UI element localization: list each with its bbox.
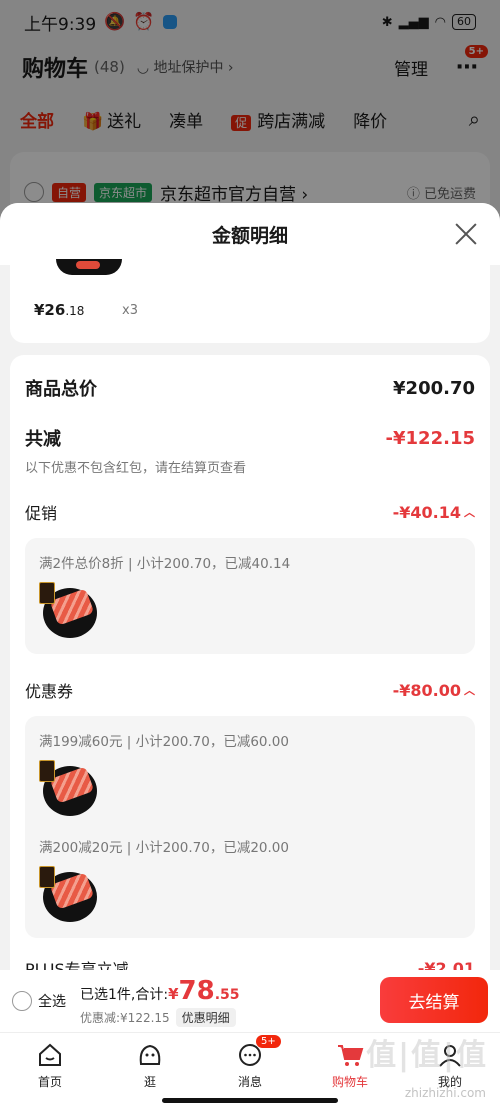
cart-icon [336,1041,364,1069]
plus-label: PLUS专享立减 [25,960,129,970]
coupon-detail-box: 满199减60元 | 小计200.70，已减60.00 满200减20元 | 小… [25,716,475,938]
coupon-detail-line-1: 满199减60元 | 小计200.70，已减60.00 [39,734,289,750]
discount-detail-chip[interactable]: 优惠明细 [175,1007,236,1027]
reduce-value: -¥122.15 [385,427,475,449]
total-row: 商品总价 ¥200.70 [25,375,475,401]
chevron-up-icon: ︿ [464,683,475,697]
discount-text: 优惠减:¥122.15 [80,1010,170,1025]
coupon-value: -¥80.00 ︿ [392,680,475,700]
coupon-label: 优惠券 [25,682,74,701]
reduce-row: 共减 -¥122.15 [25,425,475,451]
product-image [39,866,99,926]
promo-detail-line: 满2件总价8折 | 小计200.70，已减40.14 [39,556,291,572]
browse-face-icon [136,1041,164,1069]
watermark-logo: 值|值|值 [366,1038,488,1073]
home-indicator[interactable] [162,1098,338,1103]
sum-currency: ¥ [168,984,179,1003]
reduce-label: 共减 [25,429,61,450]
sum-cents: .55 [214,986,240,1003]
checkout-button[interactable]: 去结算 [380,977,488,1023]
chevron-up-icon: ︿ [464,505,475,519]
amount-detail-sheet: 金额明细 ¥26.18 x3 商品总价 ¥200.70 共减 -¥122.15 … [0,203,500,970]
product-image [39,582,99,642]
reduce-note: 以下优惠不包含红包，请在结算页查看 [25,461,247,476]
coupon-row[interactable]: 优惠券 -¥80.00 ︿ [25,678,475,702]
plus-value: -¥2.01 [417,958,475,971]
discount-line: 优惠减:¥122.15 优惠明细 [80,1007,240,1027]
plus-row: PLUS专享立减 -¥2.01 [25,956,475,971]
sum-line: 已选1件,合计: ¥ 78 .55 [80,976,240,1006]
total-label: 商品总价 [25,379,97,400]
watermark-url: zhizhizhi.com [404,1086,486,1100]
sheet-header: 金额明细 [0,203,500,265]
promo-value: -¥40.14 ︿ [392,502,475,522]
item-price: ¥26.18 [34,301,85,319]
coupon-detail-line-2: 满200减20元 | 小计200.70，已减20.00 [39,840,289,856]
select-all-label: 全选 [38,994,66,1010]
close-icon[interactable] [452,220,480,248]
product-thumbnail [56,259,122,275]
checkout-bar: 全选 已选1件,合计: ¥ 78 .55 优惠减:¥122.15 优惠明细 去结… [0,970,500,1032]
total-value: ¥200.70 [393,377,475,399]
select-all-radio[interactable] [12,991,32,1011]
home-icon [36,1041,64,1069]
sheet-title: 金额明细 [211,224,288,247]
amount-detail-card: 商品总价 ¥200.70 共减 -¥122.15 以下优惠不包含红包，请在结算页… [10,355,490,970]
promo-detail-box: 满2件总价8折 | 小计200.70，已减40.14 [25,538,475,654]
sum-summary: 已选1件,合计: ¥ 78 .55 优惠减:¥122.15 优惠明细 [80,976,240,1027]
promo-label: 促销 [25,504,58,523]
promo-row[interactable]: 促销 -¥40.14 ︿ [25,500,475,524]
sum-amount: 78 [178,975,215,1006]
selected-text: 已选1件,合计: [80,986,169,1003]
select-all-toggle[interactable]: 全选 [12,991,66,1011]
messages-badge: 5+ [256,1035,281,1048]
tab-home[interactable]: 首页 [0,1033,100,1111]
product-image [39,760,99,820]
item-quantity: x3 [122,303,138,318]
item-summary: ¥26.18 x3 [10,259,490,343]
